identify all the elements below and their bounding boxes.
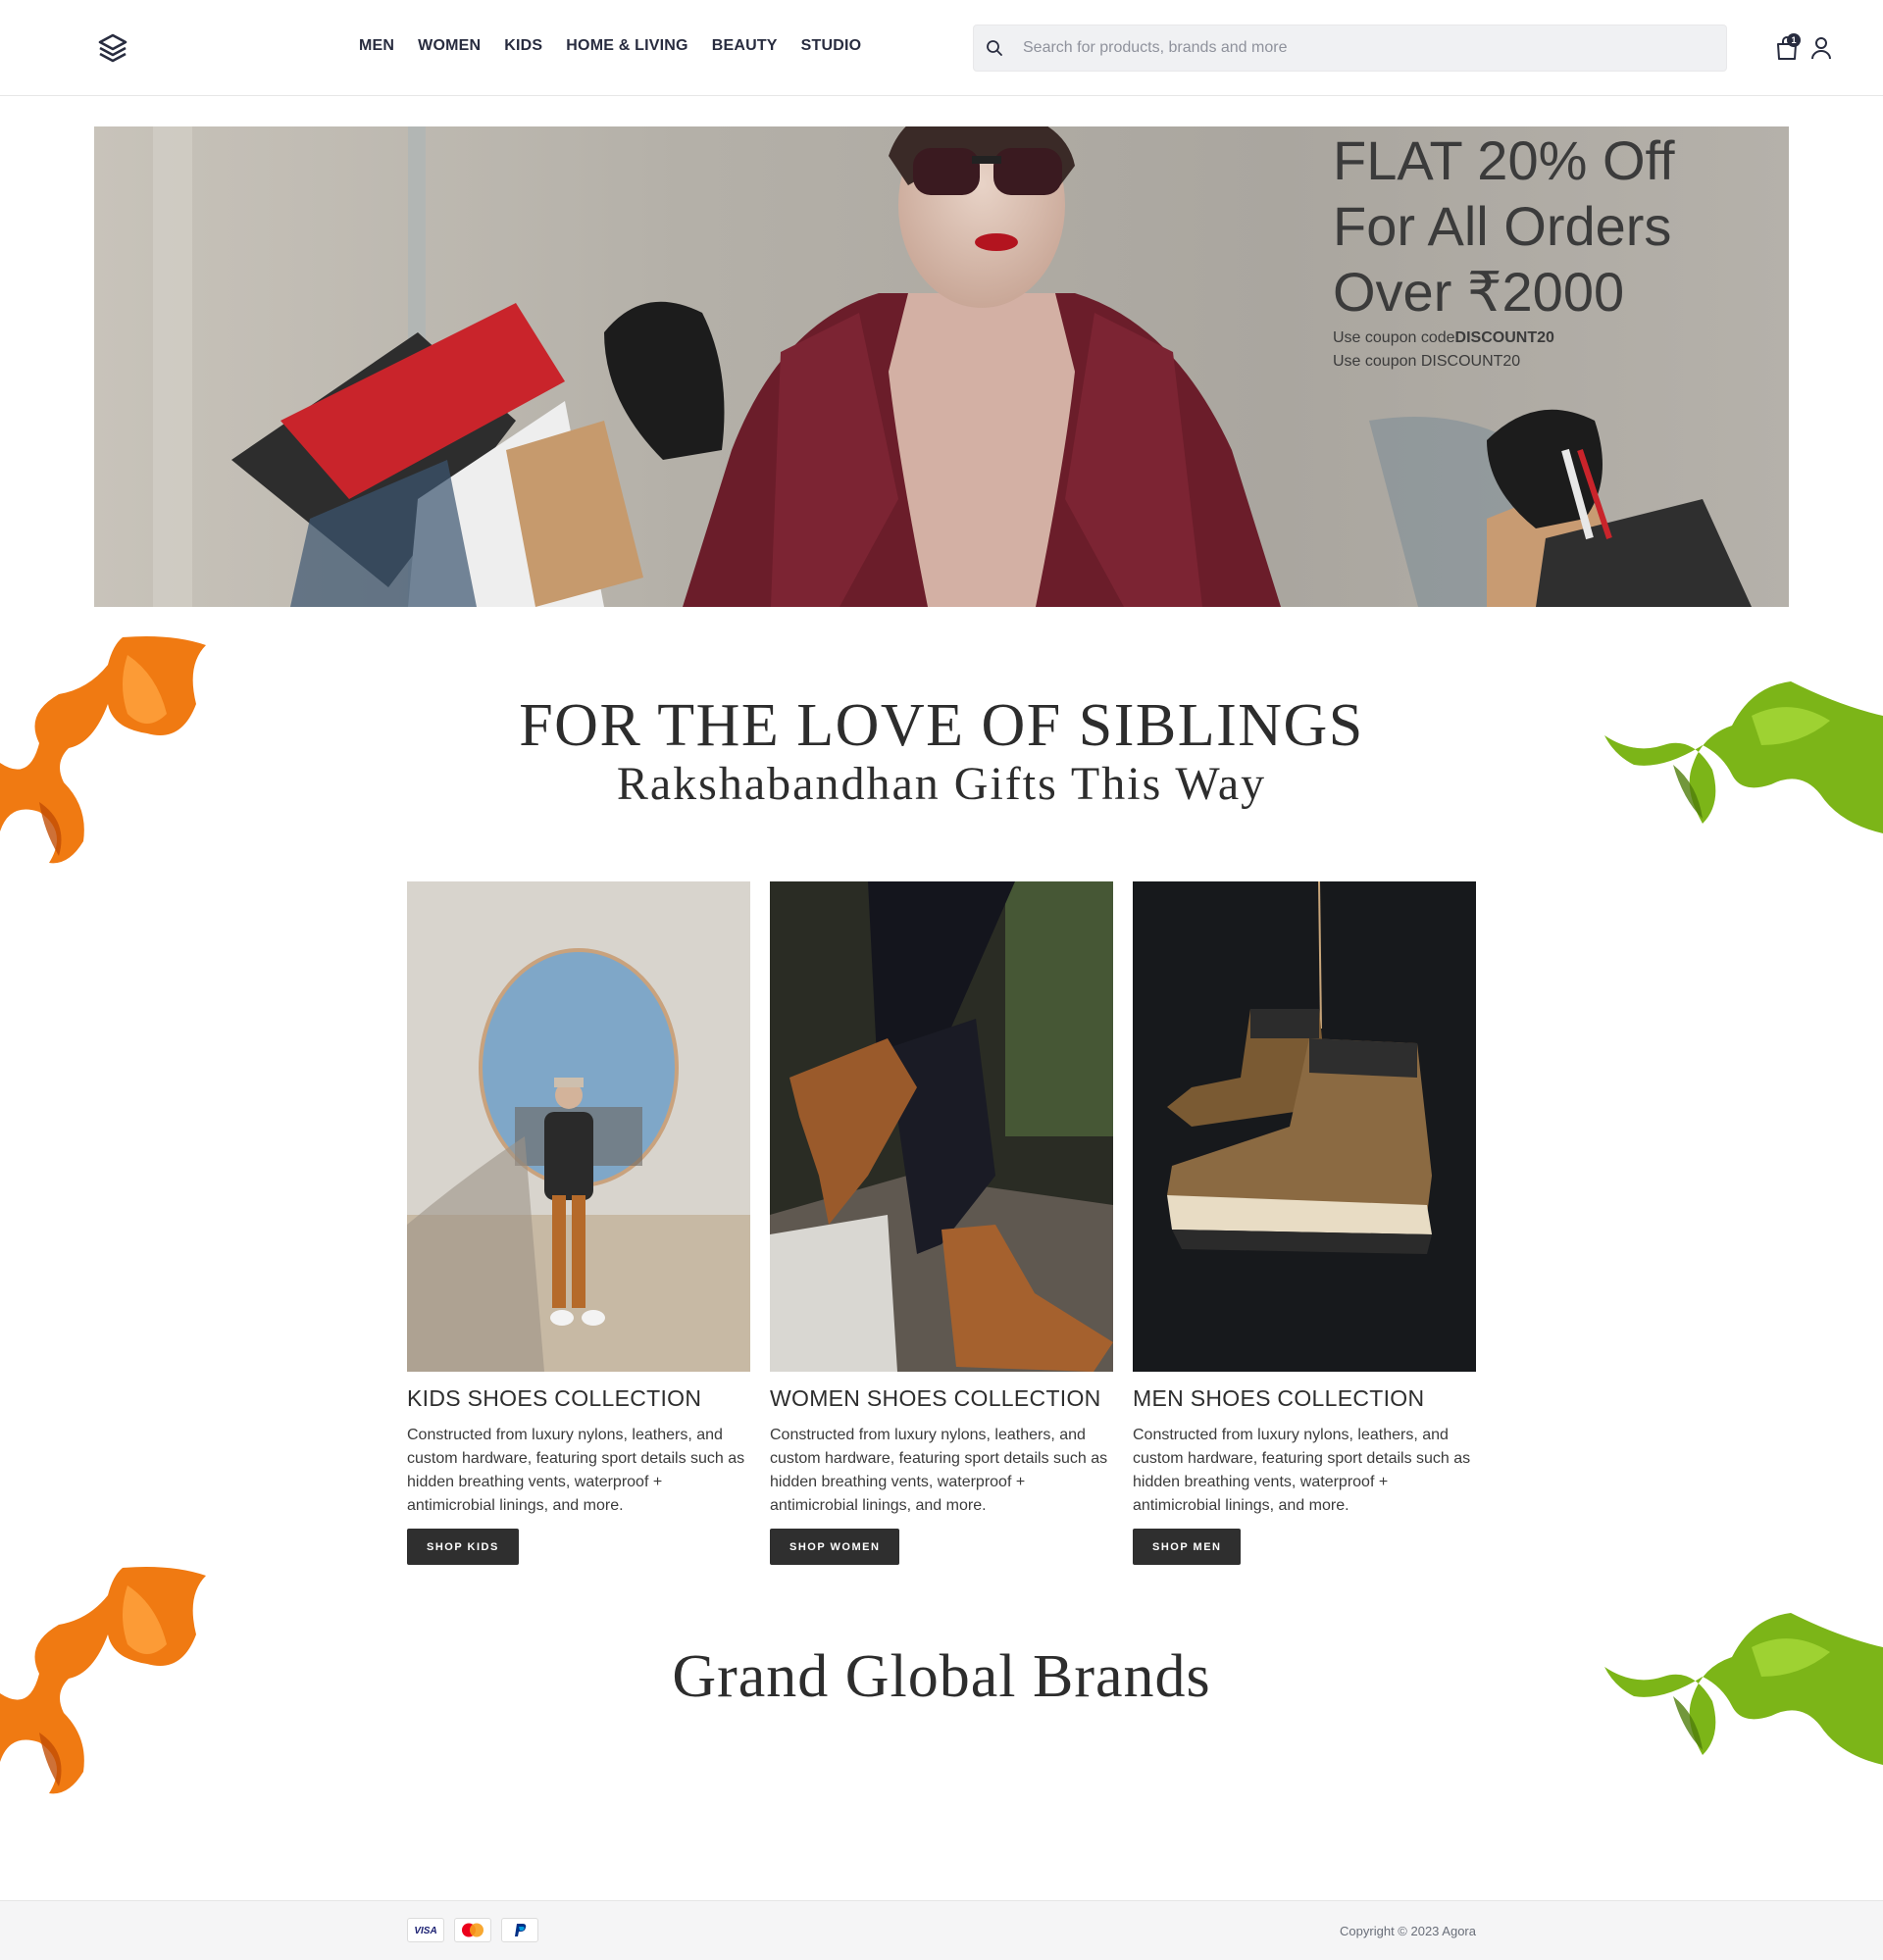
kids-collection-title: KIDS SHOES COLLECTION (407, 1385, 702, 1411)
nav-kids[interactable]: KIDS (504, 37, 542, 55)
women-collection-image[interactable] (770, 881, 1113, 1372)
women-collection-description: Constructed from luxury nylons, leathers… (770, 1427, 1108, 1514)
men-collection-card: MEN SHOES COLLECTION Constructed from lu… (1133, 881, 1476, 1565)
hero-title-line3: Over ₹2000 (1333, 261, 1625, 323)
women-collection-title: WOMEN SHOES COLLECTION (770, 1385, 1101, 1411)
main-nav: MEN WOMEN KIDS HOME & LIVING BEAUTY STUD… (359, 37, 885, 55)
siblings-title: FOR THE LOVE OF SIBLINGS (519, 692, 1364, 759)
men-collection-description: Constructed from luxury nylons, leathers… (1133, 1427, 1471, 1514)
site-header: MEN WOMEN KIDS HOME & LIVING BEAUTY STUD… (0, 0, 1883, 96)
hero-banner[interactable]: FLAT 20% Off For All Orders Over ₹2000 U… (94, 126, 1789, 607)
siblings-subtitle: Rakshabandhan Gifts This Way (616, 758, 1267, 810)
hero-title-line1: FLAT 20% Off (1333, 129, 1675, 191)
copyright-text: Copyright © 2023 Agora (1340, 1924, 1476, 1938)
nav-home-living[interactable]: HOME & LIVING (566, 37, 687, 55)
women-collection-card: WOMEN SHOES COLLECTION Constructed from … (770, 881, 1113, 1565)
shop-men-button[interactable]: SHOP MEN (1133, 1529, 1242, 1565)
hero-text: FLAT 20% Off For All Orders Over ₹2000 U… (1333, 126, 1764, 374)
visa-icon: VISA (407, 1918, 444, 1942)
coupon-code: DISCOUNT20 (1454, 329, 1554, 346)
coupon-line-2: Use coupon DISCOUNT20 (1333, 353, 1521, 370)
nav-studio[interactable]: STUDIO (801, 37, 862, 55)
kids-collection-card: KIDS SHOES COLLECTION Constructed from l… (407, 881, 750, 1565)
coupon-line: Use coupon codeDISCOUNT20 (1333, 327, 1764, 350)
coupon-prefix: Use coupon code (1333, 329, 1455, 346)
paypal-icon (501, 1918, 538, 1942)
search-icon[interactable] (984, 37, 1005, 59)
svg-text:VISA: VISA (414, 1926, 436, 1936)
men-collection-title: MEN SHOES COLLECTION (1133, 1385, 1425, 1411)
nav-beauty[interactable]: BEAUTY (712, 37, 778, 55)
nav-women[interactable]: WOMEN (418, 37, 481, 55)
kids-collection-description: Constructed from luxury nylons, leathers… (407, 1427, 745, 1514)
logo-icon[interactable] (98, 33, 127, 65)
mastercard-icon (454, 1918, 491, 1942)
site-footer: VISA Copyright © 2023 Agora (0, 1900, 1883, 1960)
brands-title: Grand Global Brands (672, 1643, 1211, 1710)
user-icon[interactable] (1810, 36, 1832, 60)
shop-women-button[interactable]: SHOP WOMEN (770, 1529, 900, 1565)
men-collection-image[interactable] (1133, 881, 1476, 1372)
shop-kids-button[interactable]: SHOP KIDS (407, 1529, 519, 1565)
bag-count-badge: 1 (1787, 33, 1801, 47)
nav-men[interactable]: MEN (359, 37, 394, 55)
search-input[interactable] (1023, 25, 1709, 71)
kids-collection-image[interactable] (407, 881, 750, 1372)
search-bar (973, 25, 1727, 72)
hero-title-line2: For All Orders (1333, 195, 1672, 257)
